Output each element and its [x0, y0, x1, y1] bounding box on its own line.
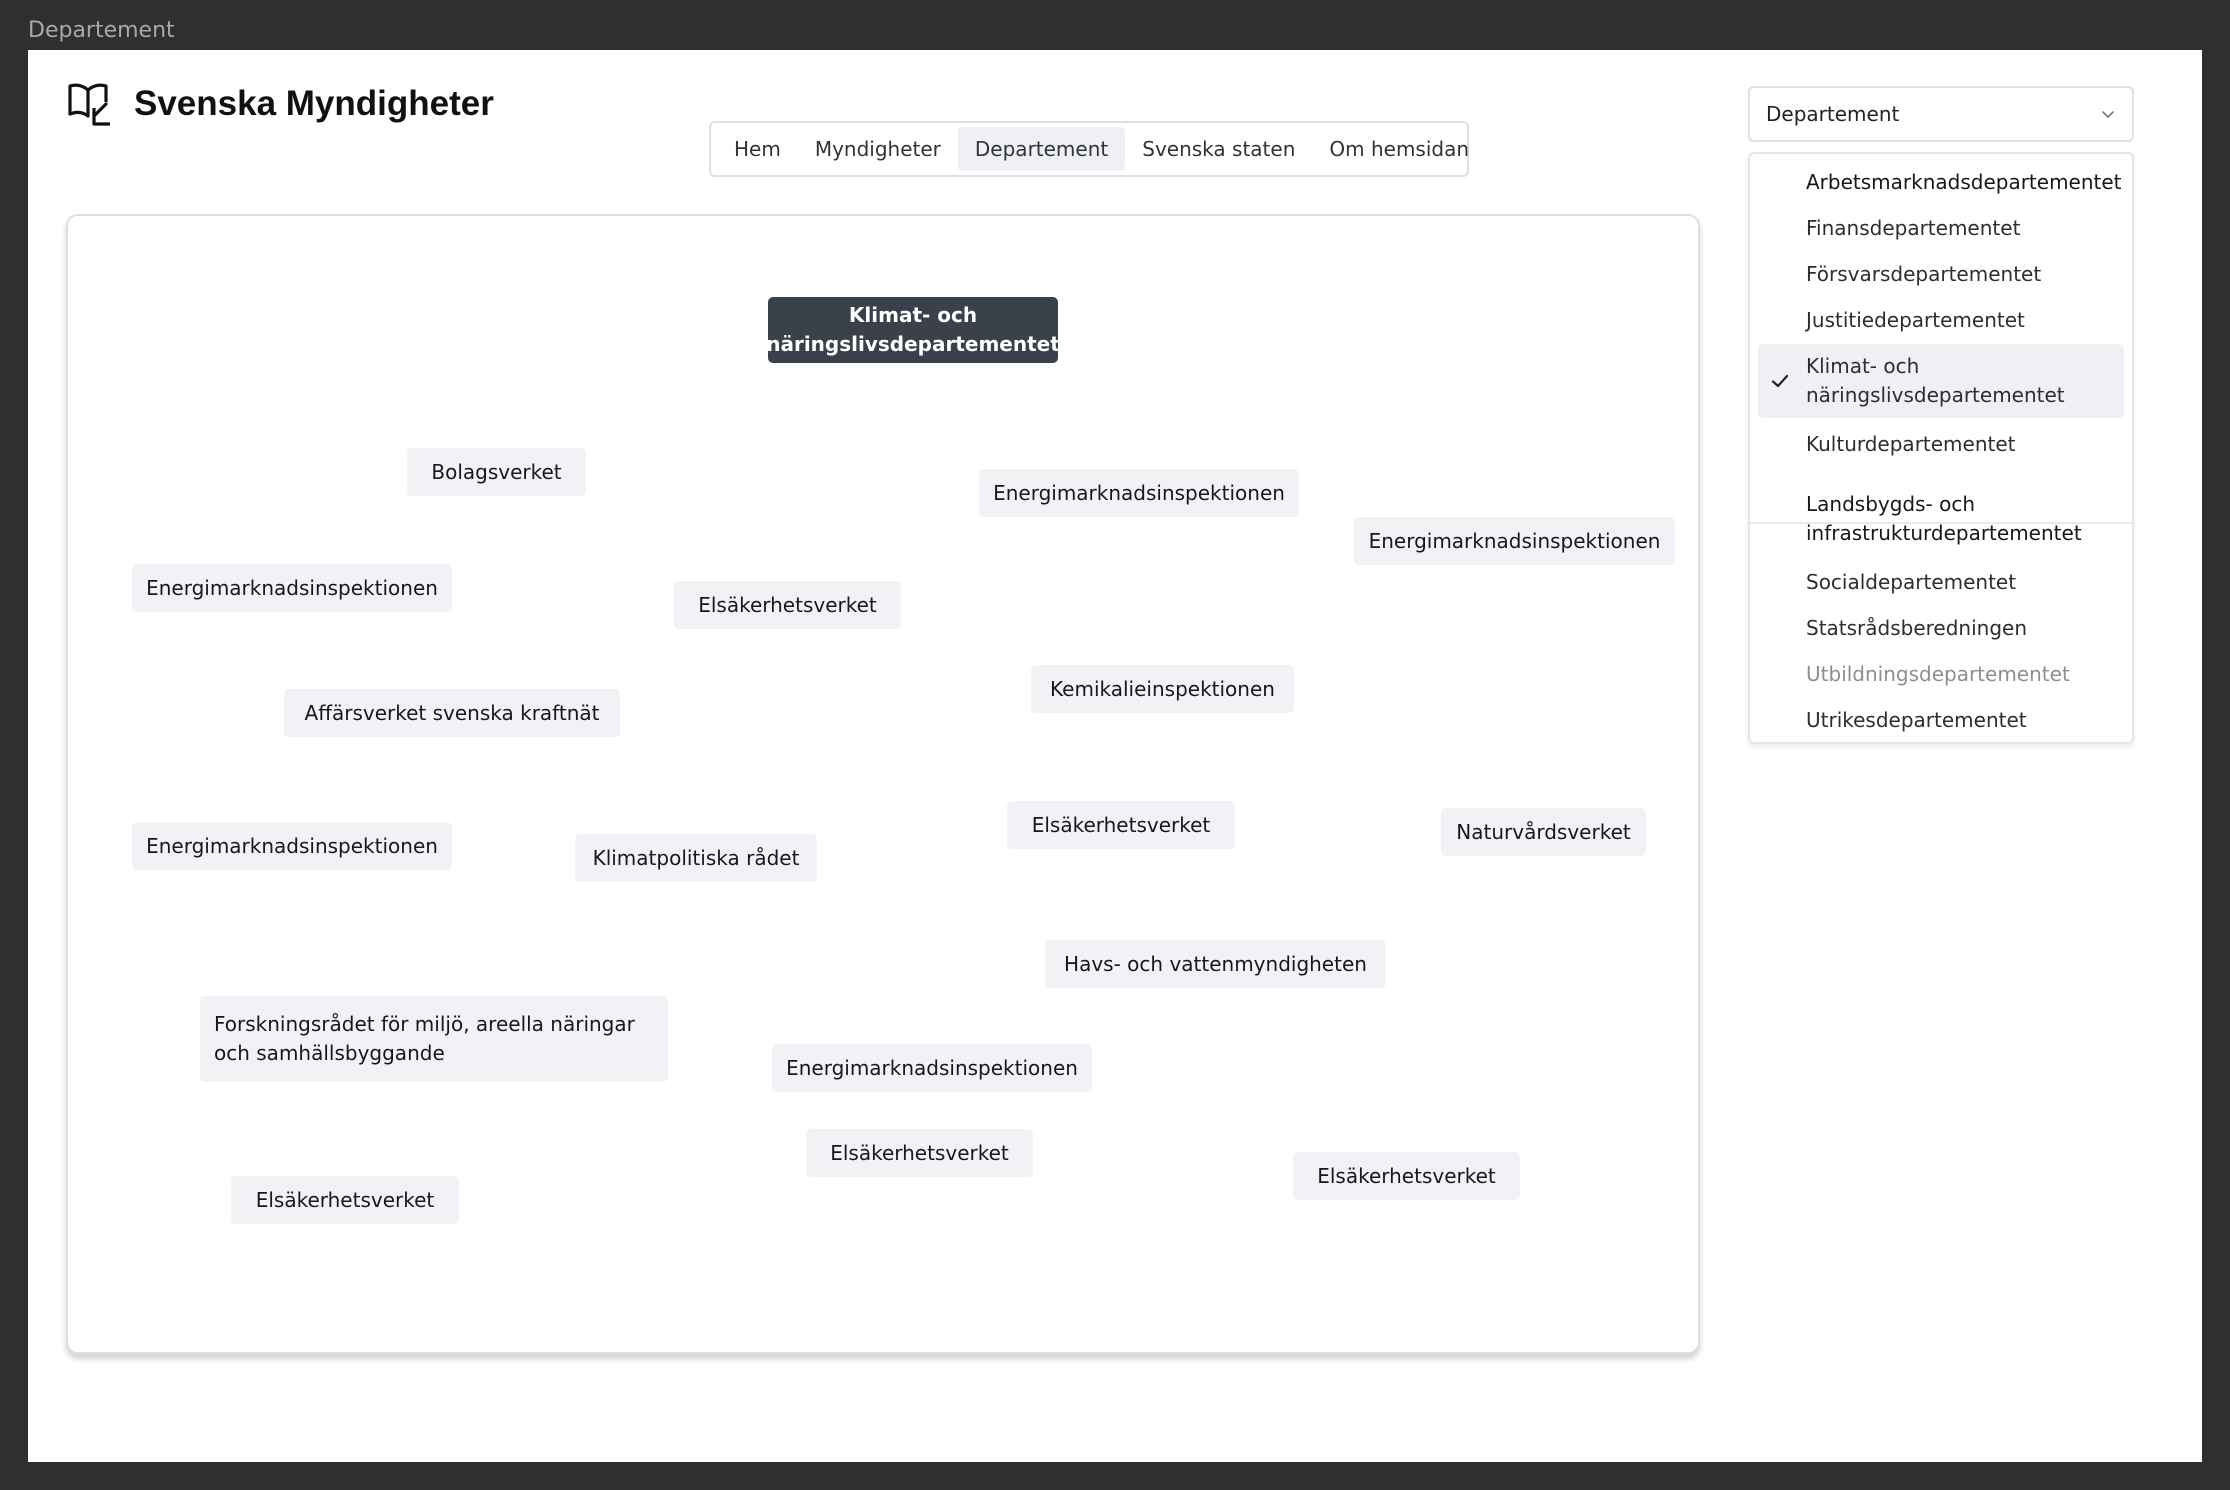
graph-node[interactable]: Elsäkerhetsverket [674, 581, 901, 629]
option-label: Utrikesdepartementet [1806, 708, 2027, 732]
graph-center-node[interactable]: Klimat- och näringslivsdepartementet [766, 297, 1060, 363]
nav-item-myndigheter[interactable]: Myndigheter [798, 127, 958, 171]
option-label: Arbetsmarknadsdepartementet [1806, 170, 2122, 194]
graph-node[interactable]: Kemikalieinspektionen [1031, 665, 1294, 713]
dropdown-option[interactable]: Utrikesdepartementet [1758, 706, 2124, 735]
nav-item-svenska-staten[interactable]: Svenska staten [1125, 127, 1312, 171]
dropdown-option[interactable]: Landsbygds- och infrastrukturdepartement… [1758, 490, 2124, 548]
option-label: Försvarsdepartementet [1806, 262, 2042, 286]
graph-node[interactable]: Klimatpolitiska rådet [575, 834, 817, 882]
department-graph: Klimat- och näringslivsdepartementet Bol… [66, 214, 1700, 1354]
graph-node[interactable]: Naturvårdsverket [1441, 808, 1646, 856]
option-label: Socialdepartementet [1806, 570, 2017, 594]
dropdown-option[interactable]: Utbildningsdepartementet [1758, 660, 2124, 689]
option-label: Kulturdepartementet [1806, 432, 2016, 456]
graph-node[interactable]: Energimarknadsinspektionen [132, 822, 452, 870]
select-value: Departement [1766, 102, 1900, 126]
brand[interactable]: Svenska Myndigheter [66, 80, 494, 128]
option-label: Utbildningsdepartementet [1806, 662, 2070, 686]
app-frame: Svenska Myndigheter Hem Myndigheter Depa… [28, 50, 2202, 1462]
graph-node[interactable]: Elsäkerhetsverket [1293, 1152, 1520, 1200]
window-title: Departement [28, 18, 175, 43]
graph-node[interactable]: Energimarknadsinspektionen [979, 469, 1299, 517]
graph-node[interactable]: Energimarknadsinspektionen [132, 564, 452, 612]
option-label: Klimat- och näringslivsdepartementet [1806, 354, 2065, 407]
option-label: Finansdepartementet [1806, 216, 2021, 240]
graph-node[interactable]: Havs- och vattenmyndigheten [1045, 940, 1386, 988]
dropdown-option[interactable]: Kulturdepartementet [1758, 430, 2124, 459]
site-title: Svenska Myndigheter [134, 84, 494, 123]
option-label: Justitiedepartementet [1806, 308, 2025, 332]
dropdown-option-selected[interactable]: Klimat- och näringslivsdepartementet [1758, 344, 2124, 418]
graph-node[interactable]: Bolagsverket [407, 448, 586, 496]
option-label: Statsrådsberedningen [1806, 616, 2028, 640]
graph-node[interactable]: Elsäkerhetsverket [231, 1176, 459, 1224]
dropdown-option[interactable]: Socialdepartementet [1758, 568, 2124, 597]
main-nav: Hem Myndigheter Departement Svenska stat… [709, 121, 1469, 177]
nav-item-hem[interactable]: Hem [717, 127, 798, 171]
dropdown-option[interactable]: Finansdepartementet [1758, 214, 2124, 243]
graph-node[interactable]: Elsäkerhetsverket [806, 1129, 1033, 1177]
graph-node[interactable]: Affärsverket svenska kraftnät [284, 689, 620, 737]
graph-node[interactable]: Elsäkerhetsverket [1007, 801, 1235, 849]
dropdown-option[interactable]: Statsrådsberedningen [1758, 614, 2124, 643]
nav-item-departement[interactable]: Departement [957, 127, 1126, 171]
checkmark-icon [1771, 374, 1789, 388]
graph-node[interactable]: Energimarknadsinspektionen [772, 1044, 1092, 1092]
graph-node[interactable]: Forskningsrådet för miljö, areella närin… [200, 996, 668, 1082]
graph-node[interactable]: Energimarknadsinspektionen [1354, 517, 1675, 565]
nav-item-om-hemsidan[interactable]: Om hemsidan [1312, 127, 1486, 171]
option-label: Landsbygds- och infrastrukturdepartement… [1806, 492, 2082, 545]
dropdown-option[interactable]: Försvarsdepartementet [1758, 260, 2124, 289]
dropdown-option[interactable]: Justitiedepartementet [1758, 306, 2124, 335]
department-dropdown: Arbetsmarknadsdepartementet Finansdepart… [1748, 152, 2134, 744]
dropdown-option[interactable]: Arbetsmarknadsdepartementet [1758, 168, 2124, 197]
department-select[interactable]: Departement [1748, 86, 2134, 142]
book-icon [68, 83, 110, 126]
chevron-down-icon [2102, 111, 2114, 118]
